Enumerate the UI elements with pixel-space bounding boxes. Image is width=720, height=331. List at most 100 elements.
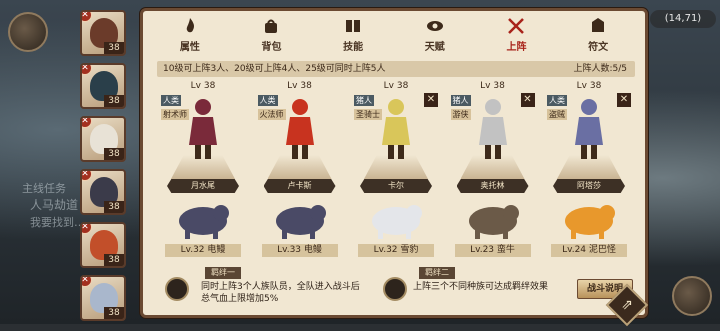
tab-bag[interactable]: 背包 [239, 11, 303, 55]
player-avatar-button[interactable] [8, 12, 48, 52]
tab-flame[interactable]: 属性 [158, 11, 222, 55]
bond-two-icon[interactable] [383, 277, 407, 301]
hero-level: 38 [104, 148, 124, 160]
hero-sprite [382, 99, 410, 159]
remove-icon[interactable]: ✕ [82, 118, 92, 128]
tab-book[interactable]: 技能 [321, 11, 385, 55]
hero-level: Lv 38 [383, 81, 409, 91]
deployed-hero-card[interactable]: Lv 38 猪人 圣骑士 ✕ 卡尔 [350, 81, 442, 193]
hero-class: 盗贼 [547, 109, 567, 120]
hero-level: Lv 38 [576, 81, 602, 91]
deployed-heroes: Lv 38 人类 射术师 月水尾 Lv 38 人类 火法师 卢卡斯 Lv 38 猪人 圣骑士 ✕ 卡尔 L… [157, 81, 635, 193]
bond-one-desc-line2: 总气血上限增加5% [201, 294, 279, 304]
remove-icon[interactable]: ✕ [82, 65, 92, 75]
roster-hero-slot[interactable]: ✕ 38 [80, 169, 126, 215]
bond-one-title: 羁绊一 [205, 267, 241, 279]
remove-hero-button[interactable]: ✕ [617, 93, 631, 107]
hero-class: 游侠 [450, 109, 471, 120]
flame-icon [180, 16, 200, 36]
hero-race: 人类 [547, 95, 567, 106]
tab-rune[interactable]: 符文 [566, 11, 630, 55]
tab-eye[interactable]: 天赋 [403, 11, 467, 55]
hero-sprite [478, 99, 507, 159]
hero-level: Lv 38 [190, 81, 216, 91]
pet-card[interactable]: Lv.33 电鳗 [254, 195, 346, 265]
hero-level: Lv 38 [287, 81, 312, 91]
eye-icon [425, 16, 445, 36]
pet-sprite [179, 205, 229, 239]
team-panel: 属性 背包 技能 天赋 上阵 符文 10级可上阵3人、20级可上阵4人、25级可同时上阵5… [140, 8, 648, 318]
book-icon [343, 16, 363, 36]
deployed-hero-card[interactable]: Lv 38 人类 火法师 卢卡斯 [254, 81, 346, 193]
bag-icon [261, 16, 281, 36]
roster-hero-slot[interactable]: ✕ 38 [80, 10, 126, 56]
tab-label: 属性 [179, 42, 200, 53]
hero-roster: ✕ 38 ✕ 38 ✕ 38 ✕ 38 ✕ 38 ✕ 38 [80, 10, 128, 328]
quest-line: 人马劫道 [30, 198, 79, 212]
map-coordinates: (14,71) [650, 10, 716, 28]
hero-level: 38 [104, 254, 124, 266]
hero-race: 猪人 [450, 95, 471, 106]
hero-race: 人类 [161, 95, 181, 106]
return-arrow-icon: ⇗ [621, 297, 633, 313]
hero-level: 38 [104, 95, 124, 107]
roster-hero-slot[interactable]: ✕ 38 [80, 63, 126, 109]
map-button[interactable] [672, 276, 712, 316]
remove-icon[interactable]: ✕ [82, 224, 92, 234]
hero-race: 猪人 [354, 95, 374, 106]
pet-name: Lv.23 蛮牛 [454, 244, 531, 257]
deployed-hero-card[interactable]: Lv 38 人类 射术师 月水尾 [157, 81, 249, 193]
pet-sprite [565, 205, 615, 239]
remove-icon[interactable]: ✕ [82, 277, 92, 287]
hero-level: 38 [104, 42, 124, 54]
remove-hero-button[interactable]: ✕ [424, 93, 438, 107]
hero-sprite [189, 99, 217, 159]
bond-area: 羁绊一 同时上阵3个人族队员，全队进入战斗后 总气血上限增加5% 羁绊二 上阵三… [157, 267, 635, 315]
hero-name: 奥托林 [456, 179, 529, 193]
tab-label: 符文 [588, 42, 609, 53]
deployed-hero-card[interactable]: Lv 38 猪人游侠 ✕ 奥托林 [447, 81, 539, 193]
deployed-hero-card[interactable]: Lv 38 人类盗贼 ✕ 阿塔莎 [543, 81, 635, 193]
hero-name: 月水尾 [167, 179, 239, 193]
hero-pets: Lv.32 电鳗 Lv.33 电鳗 Lv.32 雪豹 Lv.23 蛮牛 Lv.24 泥巴… [157, 195, 635, 265]
tab-swords[interactable]: 上阵 [484, 11, 548, 55]
pet-name: Lv.24 泥巴怪 [551, 244, 627, 257]
tab-label: 天赋 [424, 42, 445, 53]
pet-sprite [372, 205, 422, 239]
pet-card[interactable]: Lv.32 雪豹 [350, 195, 442, 265]
swords-icon [506, 16, 526, 36]
hero-level: 38 [104, 201, 124, 213]
roster-hero-slot[interactable]: ✕ 38 [80, 116, 126, 162]
tab-label: 背包 [261, 42, 282, 53]
tab-label: 上阵 [506, 42, 527, 53]
hero-name: 卢卡斯 [263, 179, 336, 193]
pet-card[interactable]: Lv.23 蛮牛 [447, 195, 539, 265]
bond-two-desc-line1: 上阵三个不同种族可达成羁绊效果 [413, 282, 549, 292]
rune-icon [588, 16, 608, 36]
pet-card[interactable]: Lv.24 泥巴怪 [543, 195, 635, 265]
pet-sprite [468, 205, 519, 239]
bond-one-desc-line1: 同时上阵3个人族队员，全队进入战斗后 [201, 282, 360, 292]
tab-bar: 属性 背包 技能 天赋 上阵 符文 [143, 11, 645, 55]
quest-title: 主线任务 [22, 182, 66, 195]
hero-name: 阿塔莎 [553, 179, 625, 193]
roster-hero-slot[interactable]: ✕ 38 [80, 275, 126, 321]
hero-race: 人类 [257, 95, 278, 106]
remove-hero-button[interactable]: ✕ [520, 93, 535, 107]
pet-name: Lv.33 电鳗 [261, 244, 338, 257]
pet-name: Lv.32 电鳗 [165, 244, 241, 257]
remove-icon[interactable]: ✕ [82, 12, 92, 22]
bond-two-title: 羁绊二 [419, 267, 455, 279]
deploy-rule-text: 10级可上阵3人、20级可上阵4人、25级可同时上阵5人 [163, 64, 386, 74]
deploy-info-bar: 10级可上阵3人、20级可上阵4人、25级可同时上阵5人 上阵人数:5/5 [157, 61, 635, 77]
pet-card[interactable]: Lv.32 电鳗 [157, 195, 249, 265]
remove-icon[interactable]: ✕ [82, 171, 92, 181]
hero-level: Lv 38 [480, 81, 505, 91]
quest-sub: 我要找到… [30, 216, 85, 229]
pet-name: Lv.32 雪豹 [358, 244, 434, 257]
tab-label: 技能 [343, 42, 364, 53]
bond-one-icon[interactable] [165, 277, 189, 301]
hero-level: 38 [104, 307, 124, 319]
roster-hero-slot[interactable]: ✕ 38 [80, 222, 126, 268]
hero-sprite [575, 99, 603, 159]
